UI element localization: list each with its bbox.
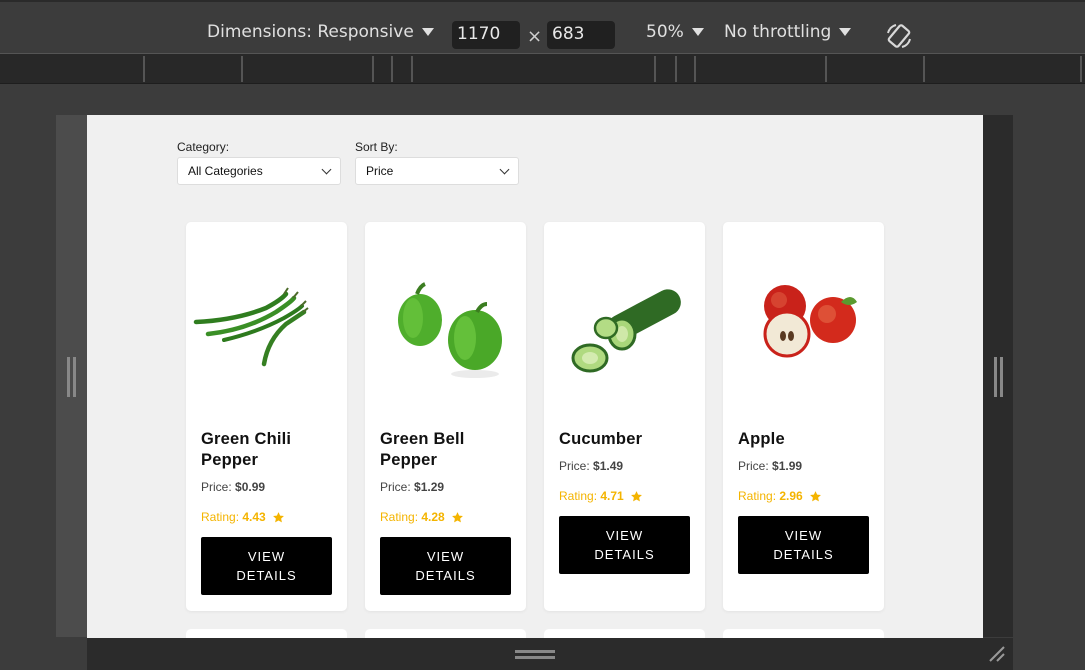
product-name: Apple: [738, 430, 785, 448]
product-name: Green Chili Pepper: [201, 430, 292, 469]
filter-bar: Category: All Categories Sort By: Price: [177, 140, 519, 185]
height-input[interactable]: 683: [547, 21, 615, 49]
rating-label: Rating:: [380, 510, 419, 524]
product-rating: Rating: 4.43: [201, 510, 285, 524]
price-label: Price:: [738, 459, 769, 473]
ruler-tick: [654, 56, 656, 82]
product-card-peek[interactable]: [365, 629, 526, 638]
width-input[interactable]: 1170: [452, 21, 520, 49]
times-symbol: ×: [527, 26, 543, 47]
product-price: Price: $1.49: [559, 459, 623, 473]
sort-select[interactable]: Price: [355, 157, 519, 185]
green-bell-pepper-image: [398, 282, 502, 378]
category-filter: Category: All Categories: [177, 140, 341, 185]
star-icon: [630, 490, 642, 501]
rating-value: 4.71: [600, 489, 624, 503]
star-icon: [272, 511, 284, 522]
view-details-button[interactable]: VIEW DETAILS: [201, 537, 332, 595]
category-label: Category:: [177, 140, 230, 154]
rating-value: 4.43: [242, 510, 266, 524]
price-label: Price:: [380, 480, 411, 494]
price-label: Price:: [559, 459, 590, 473]
green-chili-image: [193, 287, 309, 367]
product-card[interactable]: Cucumber Price: $1.49 Rating: 4.71 VIEW …: [544, 222, 705, 611]
corner-resize-icon[interactable]: [987, 644, 1007, 664]
star-icon: [451, 511, 463, 522]
rating-label: Rating:: [201, 510, 240, 524]
ruler-tick: [694, 56, 696, 82]
resize-handle-icon: [515, 650, 555, 653]
dimensions-label: Dimensions: Responsive: [207, 22, 414, 42]
price-value: $0.99: [235, 480, 266, 494]
rating-value: 4.28: [421, 510, 445, 524]
caret-down-icon: [839, 28, 852, 36]
apple-image: [763, 285, 857, 358]
sort-filter: Sort By: Price: [355, 140, 519, 185]
caret-down-icon: [421, 28, 434, 36]
rating-label: Rating:: [738, 489, 777, 503]
product-card[interactable]: Green Chili Pepper Price: $0.99 Rating: …: [186, 222, 347, 611]
page-viewport: Category: All Categories Sort By: Price: [87, 115, 983, 638]
bottom-resize-panel[interactable]: [87, 638, 1013, 670]
star-icon: [809, 490, 821, 501]
product-card[interactable]: Green Bell Pepper Price: $1.29 Rating: 4…: [365, 222, 526, 611]
right-resize-panel[interactable]: [983, 115, 1013, 637]
product-price: Price: $0.99: [201, 480, 265, 494]
chevron-down-icon: [499, 164, 510, 174]
view-details-button[interactable]: VIEW DETAILS: [559, 516, 690, 574]
view-details-button[interactable]: VIEW DETAILS: [380, 537, 511, 595]
dimensions-dropdown[interactable]: Dimensions: Responsive: [207, 22, 434, 42]
product-name: Green Bell Pepper: [380, 430, 465, 469]
ruler-tick: [411, 56, 413, 82]
price-value: $1.99: [772, 459, 803, 473]
ruler-tick: [923, 56, 925, 82]
product-card-peek[interactable]: [723, 629, 884, 638]
resize-handle-icon: [1000, 357, 1003, 397]
resize-handle-icon: [73, 357, 76, 397]
product-rating: Rating: 4.28: [380, 510, 464, 524]
view-details-button[interactable]: VIEW DETAILS: [738, 516, 869, 574]
zoom-dropdown[interactable]: 50%: [646, 22, 704, 42]
ruler-tick: [143, 56, 145, 82]
caret-down-icon: [691, 28, 704, 36]
ruler-tick: [1080, 56, 1082, 82]
product-card-peek[interactable]: [186, 629, 347, 638]
product-rating: Rating: 4.71: [559, 489, 643, 503]
product-name: Cucumber: [559, 430, 643, 448]
category-value: All Categories: [188, 164, 263, 178]
device-toolbar: Dimensions: Responsive 1170 × 683 50% No…: [0, 0, 1085, 54]
product-price: Price: $1.29: [380, 480, 444, 494]
ruler-tick: [391, 56, 393, 82]
rating-label: Rating:: [559, 489, 598, 503]
rating-value: 2.96: [779, 489, 803, 503]
ruler-tick: [241, 56, 243, 82]
throttling-label: No throttling: [724, 22, 832, 42]
category-select[interactable]: All Categories: [177, 157, 341, 185]
ruler-tick: [675, 56, 677, 82]
throttling-dropdown[interactable]: No throttling: [724, 22, 852, 42]
product-card[interactable]: Apple Price: $1.99 Rating: 2.96 VIEW DET…: [723, 222, 884, 611]
resize-handle-icon: [515, 656, 555, 659]
ruler-tick: [825, 56, 827, 82]
zoom-label: 50%: [646, 22, 684, 42]
product-card-peek[interactable]: [544, 629, 705, 638]
sort-value: Price: [366, 164, 394, 178]
ruler-tick: [372, 56, 374, 82]
rotate-icon[interactable]: [884, 21, 914, 51]
price-value: $1.49: [593, 459, 624, 473]
resize-handle-icon: [994, 357, 997, 397]
chevron-down-icon: [321, 164, 332, 174]
price-value: $1.29: [414, 480, 445, 494]
cucumber-image: [571, 289, 681, 373]
product-rating: Rating: 2.96: [738, 489, 822, 503]
price-label: Price:: [201, 480, 232, 494]
resize-handle-icon: [67, 357, 70, 397]
product-price: Price: $1.99: [738, 459, 802, 473]
sort-label: Sort By:: [355, 140, 398, 154]
media-query-ruler: [0, 54, 1085, 84]
left-resize-panel[interactable]: [56, 115, 87, 637]
